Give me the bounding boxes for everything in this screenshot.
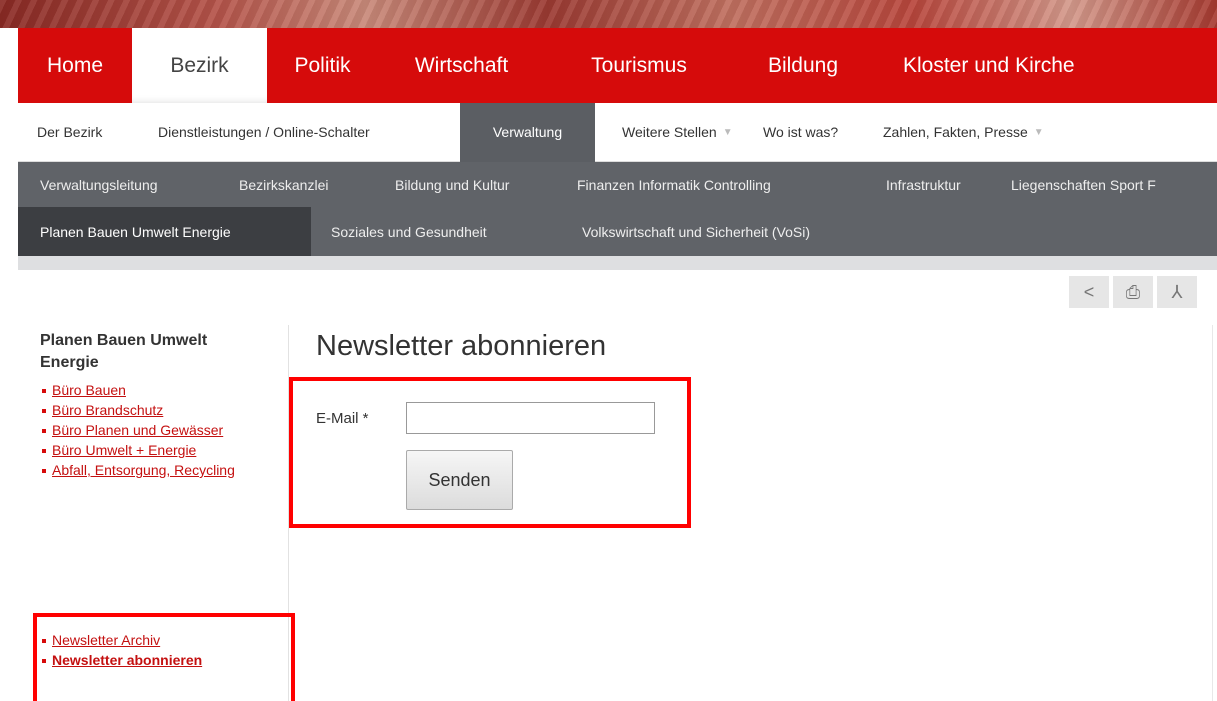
pdf-icon[interactable]: ⅄ <box>1157 276 1197 308</box>
subnav-weitere-stellen[interactable]: Weitere Stellen ▼ <box>595 103 763 162</box>
subnav-weitere-stellen-label: Weitere Stellen <box>622 124 717 140</box>
sidebar-title: Planen Bauen Umwelt Energie <box>40 332 208 371</box>
subnav-zahlen-label: Zahlen, Fakten, Presse <box>883 124 1028 140</box>
subnav-zahlen-fakten-presse[interactable]: Zahlen, Fakten, Presse ▼ <box>883 103 1044 162</box>
sidebar: Planen Bauen Umwelt Energie Büro Bauen B… <box>40 330 290 668</box>
main-navigation: Home Bezirk Politik Wirtschaft Tourismus… <box>18 28 1217 103</box>
main-tab-politik[interactable]: Politik <box>267 28 378 103</box>
department-navigation-row-2: Planen Bauen Umwelt Energie Soziales und… <box>18 207 1217 256</box>
sidebar-link-abfall[interactable]: Abfall, Entsorgung, Recycling <box>52 462 235 478</box>
list-item: Büro Umwelt + Energie <box>40 442 290 459</box>
content-right-border <box>1212 325 1213 701</box>
main-tab-home[interactable]: Home <box>18 28 132 103</box>
highlight-box-form <box>289 377 691 528</box>
sidebar-links: Büro Bauen Büro Brandschutz Büro Planen … <box>40 382 290 479</box>
main-tab-wirtschaft[interactable]: Wirtschaft <box>378 28 545 103</box>
main-tab-tourismus[interactable]: Tourismus <box>545 28 733 103</box>
dept-liegenschaften[interactable]: Liegenschaften Sport F <box>1011 177 1156 193</box>
header-banner-image <box>0 0 1217 28</box>
sidebar-link-buero-bauen[interactable]: Büro Bauen <box>52 382 126 398</box>
main-tab-bildung[interactable]: Bildung <box>733 28 873 103</box>
print-icon[interactable]: ⎙ <box>1113 276 1153 308</box>
chevron-down-icon: ▼ <box>1033 126 1044 138</box>
main-tab-kloster-und-kirche[interactable]: Kloster und Kirche <box>873 28 1123 103</box>
nav-bottom-bar <box>18 256 1217 270</box>
dept-planen-bauen-umwelt-energie[interactable]: Planen Bauen Umwelt Energie <box>18 207 311 256</box>
subnav-verwaltung[interactable]: Verwaltung <box>460 102 595 162</box>
chevron-down-icon: ▼ <box>722 126 733 138</box>
subnav-dienstleistungen[interactable]: Dienstleistungen / Online-Schalter <box>158 103 460 162</box>
share-icon[interactable]: < <box>1069 276 1109 308</box>
department-navigation: Verwaltungsleitung Bezirkskanzlei Bildun… <box>18 162 1217 207</box>
dept-soziales-gesundheit[interactable]: Soziales und Gesundheit <box>311 207 582 256</box>
dept-volkswirtschaft-sicherheit[interactable]: Volkswirtschaft und Sicherheit (VoSi) <box>582 207 810 256</box>
list-item: Büro Planen und Gewässer <box>40 422 230 439</box>
dept-bezirkskanzlei[interactable]: Bezirkskanzlei <box>239 177 395 193</box>
main-tab-bezirk[interactable]: Bezirk <box>132 28 267 103</box>
dept-infrastruktur[interactable]: Infrastruktur <box>886 177 1011 193</box>
list-item: Abfall, Entsorgung, Recycling <box>40 462 240 479</box>
sidebar-link-buero-umwelt-energie[interactable]: Büro Umwelt + Energie <box>52 442 196 458</box>
sidebar-link-buero-planen-gewaesser[interactable]: Büro Planen und Gewässer <box>52 422 223 438</box>
subnav-wo-ist-was[interactable]: Wo ist was? <box>763 103 883 162</box>
page-margin <box>0 28 18 701</box>
subnav-der-bezirk[interactable]: Der Bezirk <box>18 103 158 162</box>
page-title: Newsletter abonnieren <box>316 330 607 362</box>
highlight-box-sidebar <box>33 613 295 701</box>
sidebar-link-buero-brandschutz[interactable]: Büro Brandschutz <box>52 402 163 418</box>
sub-navigation: Der Bezirk Dienstleistungen / Online-Sch… <box>18 102 1217 162</box>
dept-verwaltungsleitung[interactable]: Verwaltungsleitung <box>40 177 239 193</box>
dept-finanzen[interactable]: Finanzen Informatik Controlling <box>577 177 886 193</box>
list-item: Büro Brandschutz <box>40 402 290 419</box>
dept-bildung-und-kultur[interactable]: Bildung und Kultur <box>395 177 577 193</box>
list-item: Büro Bauen <box>40 382 290 399</box>
